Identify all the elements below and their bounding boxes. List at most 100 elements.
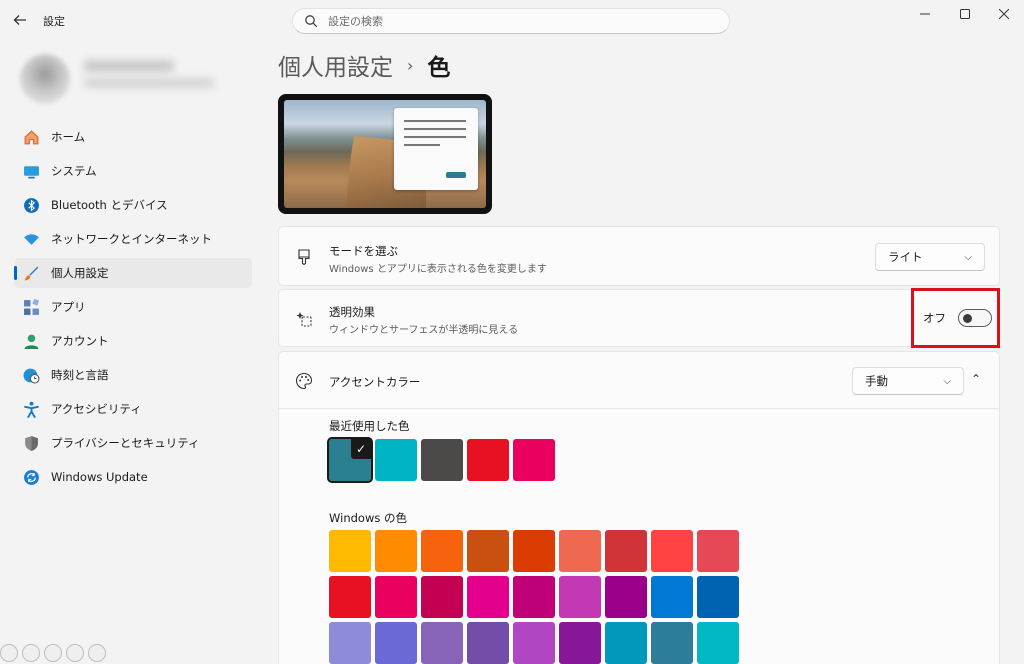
avatar [20, 54, 70, 104]
recent-colors-label: 最近使用した色 [329, 419, 410, 433]
maximize-icon [960, 9, 970, 19]
close-button[interactable] [984, 0, 1024, 28]
profile-email-blurred [84, 78, 214, 88]
sidebar-item-home[interactable]: ホーム [14, 122, 252, 152]
windows-color-swatch[interactable] [513, 576, 555, 618]
taskbar-icon [88, 644, 106, 662]
breadcrumb-parent[interactable]: 個人用設定 [278, 48, 393, 82]
mode-setting-card: モードを選ぶ Windows とアプリに表示される色を変更します ライト ⌵ [278, 226, 1000, 286]
windows-color-swatch[interactable] [513, 530, 555, 572]
search-input[interactable] [328, 14, 708, 28]
windows-color-swatch[interactable] [651, 576, 693, 618]
sidebar-item-personalization[interactable]: 個人用設定 [14, 258, 252, 288]
mode-dropdown-value: ライト [888, 250, 923, 264]
windows-color-swatch[interactable] [329, 576, 371, 618]
windows-color-swatch[interactable] [467, 622, 509, 664]
windows-color-swatch[interactable] [559, 530, 601, 572]
chevron-down-icon: ⌵ [943, 375, 951, 387]
globe-clock-icon [22, 366, 40, 384]
sidebar-nav: ホーム システム Bluetooth とデバイス ネットワークとインターネット … [14, 122, 252, 496]
windows-color-swatch[interactable] [421, 576, 463, 618]
app-title: 設定 [43, 15, 65, 28]
sidebar-item-bluetooth[interactable]: Bluetooth とデバイス [14, 190, 252, 220]
recent-color-swatch[interactable] [421, 439, 463, 481]
windows-color-swatch[interactable] [651, 622, 693, 664]
brush-icon [22, 264, 40, 282]
sidebar-item-system[interactable]: システム [14, 156, 252, 186]
recent-color-swatch[interactable] [375, 439, 417, 481]
sidebar-item-label: Bluetooth とデバイス [51, 198, 168, 212]
checkmark-icon: ✓ [351, 439, 371, 459]
windows-color-swatch[interactable] [467, 576, 509, 618]
palette-icon [295, 372, 313, 390]
sidebar-item-windows-update[interactable]: Windows Update [14, 462, 252, 492]
mode-dropdown[interactable]: ライト ⌵ [875, 243, 985, 271]
preview-window [394, 108, 478, 190]
taskbar-icon [22, 644, 40, 662]
taskbar-fragment [0, 644, 106, 662]
search-box[interactable] [292, 8, 730, 34]
windows-color-swatch[interactable] [375, 530, 417, 572]
windows-colors-label: Windows の色 [329, 511, 407, 525]
transparency-subtitle: ウィンドウとサーフェスが半透明に見える [329, 325, 519, 336]
paintbrush-icon [295, 248, 313, 266]
windows-color-swatch[interactable] [375, 576, 417, 618]
sidebar-item-time-language[interactable]: 時刻と言語 [14, 360, 252, 390]
windows-color-swatch[interactable] [605, 576, 647, 618]
close-icon [999, 9, 1009, 19]
user-profile[interactable] [14, 50, 230, 108]
search-icon [305, 15, 318, 28]
minimize-icon [920, 13, 930, 15]
mode-subtitle: Windows とアプリに表示される色を変更します [329, 264, 547, 275]
home-icon [22, 128, 40, 146]
windows-color-swatch[interactable] [559, 622, 601, 664]
sidebar-item-label: ホーム [51, 130, 86, 144]
windows-color-swatch[interactable] [421, 622, 463, 664]
windows-color-swatch[interactable] [697, 622, 739, 664]
monitor-icon [22, 162, 40, 180]
windows-color-swatch[interactable] [605, 530, 647, 572]
sidebar-item-label: アカウント [51, 334, 109, 348]
accent-color-card: アクセントカラー 手動 ⌵ ⌃ 最近使用した色 ✓ Windows の色 [278, 351, 1000, 664]
sidebar-item-accessibility[interactable]: アクセシビリティ [14, 394, 252, 424]
windows-color-swatch[interactable] [697, 576, 739, 618]
sidebar-item-apps[interactable]: アプリ [14, 292, 252, 322]
page-title: 色 [427, 55, 451, 81]
arrow-left-icon [13, 15, 26, 25]
breadcrumb: 個人用設定 › 色 [278, 48, 450, 82]
recent-color-swatch[interactable] [467, 439, 509, 481]
windows-color-swatch[interactable] [375, 622, 417, 664]
transparency-title: 透明効果 [329, 305, 375, 319]
mode-title: モードを選ぶ [329, 244, 398, 258]
sidebar-item-network[interactable]: ネットワークとインターネット [14, 224, 252, 254]
back-button[interactable] [8, 8, 32, 32]
sidebar-item-label: アプリ [51, 300, 86, 314]
sidebar-item-privacy[interactable]: プライバシーとセキュリティ [14, 428, 252, 458]
windows-color-swatch[interactable] [697, 530, 739, 572]
accent-color-header[interactable]: アクセントカラー 手動 ⌵ ⌃ [279, 352, 999, 409]
transparency-setting-card: 透明効果 ウィンドウとサーフェスが半透明に見える オフ [278, 289, 1000, 347]
recent-color-swatch[interactable] [513, 439, 555, 481]
windows-color-swatch[interactable] [559, 576, 601, 618]
recent-color-swatch[interactable]: ✓ [327, 437, 373, 483]
minimize-button[interactable] [905, 0, 945, 28]
windows-color-swatch[interactable] [329, 622, 371, 664]
sidebar-item-label: 時刻と言語 [51, 368, 109, 382]
maximize-button[interactable] [945, 0, 985, 28]
windows-color-swatch[interactable] [467, 530, 509, 572]
chevron-up-icon[interactable]: ⌃ [971, 372, 981, 386]
shield-icon [22, 434, 40, 452]
preview-accent-button [446, 172, 466, 178]
windows-color-swatch[interactable] [421, 530, 463, 572]
sidebar-item-label: プライバシーとセキュリティ [51, 436, 200, 450]
sidebar-item-label: アクセシビリティ [51, 402, 142, 416]
chevron-down-icon: ⌵ [964, 251, 972, 263]
windows-color-swatch[interactable] [605, 622, 647, 664]
accessibility-icon [22, 400, 40, 418]
taskbar-icon [66, 644, 84, 662]
windows-color-swatch[interactable] [651, 530, 693, 572]
windows-color-swatch[interactable] [329, 530, 371, 572]
sidebar-item-accounts[interactable]: アカウント [14, 326, 252, 356]
accent-color-dropdown[interactable]: 手動 ⌵ [852, 367, 964, 395]
windows-color-swatch[interactable] [513, 622, 555, 664]
